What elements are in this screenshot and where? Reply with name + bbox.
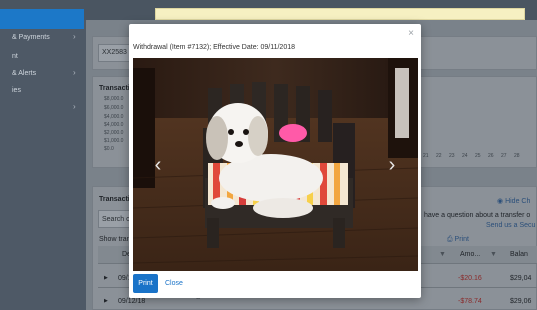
close-button[interactable]: Close: [165, 280, 183, 287]
modal-title: Withdrawal (Item #7132); Effective Date:…: [133, 44, 295, 51]
check-image: [133, 58, 418, 271]
close-icon[interactable]: ×: [408, 28, 414, 39]
dog-photo: [133, 58, 418, 271]
image-modal: × Withdrawal (Item #7132); Effective Dat…: [129, 24, 421, 298]
next-arrow[interactable]: ›: [381, 148, 403, 182]
previous-arrow[interactable]: ‹: [147, 148, 169, 182]
print-button[interactable]: Print: [133, 274, 158, 293]
